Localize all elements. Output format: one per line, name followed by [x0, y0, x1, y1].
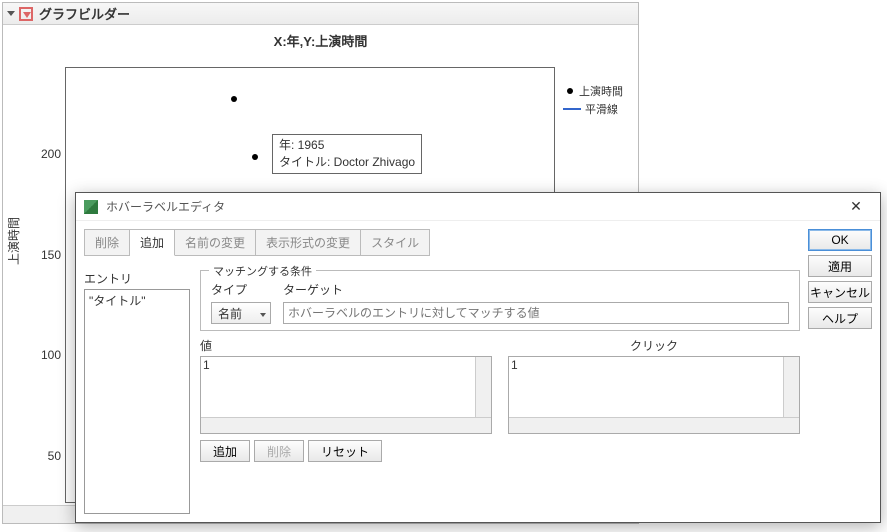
delete-button[interactable]: 削除 — [254, 440, 304, 462]
dialog-titlebar[interactable]: ホバーラベルエディタ ✕ — [76, 193, 880, 221]
legend-line-icon — [563, 108, 581, 110]
graph-builder-header[interactable]: グラフビルダー — [3, 3, 638, 25]
reset-button[interactable]: リセット — [308, 440, 382, 462]
y-tick-50: 50 — [39, 449, 61, 463]
disclosure-triangle-icon[interactable] — [7, 11, 15, 16]
legend-item-smooth[interactable]: 平滑線 — [563, 101, 623, 117]
dialog-button-column: OK 適用 キャンセル ヘルプ — [808, 229, 872, 514]
entry-list[interactable]: "タイトル" — [84, 289, 190, 514]
dialog-title: ホバーラベルエディタ — [106, 198, 836, 215]
tab-delete[interactable]: 削除 — [84, 229, 130, 256]
value-listbox[interactable]: 1 — [200, 356, 492, 434]
entry-item[interactable]: "タイトル" — [89, 292, 185, 309]
y-tick-200: 200 — [39, 147, 61, 161]
data-point[interactable] — [252, 154, 258, 160]
chart-tooltip: 年: 1965 タイトル: Doctor Zhivago — [272, 134, 422, 174]
ok-button[interactable]: OK — [808, 229, 872, 251]
click-item[interactable]: 1 — [511, 358, 797, 372]
scrollbar-horizontal[interactable] — [201, 417, 491, 433]
y-tick-150: 150 — [39, 248, 61, 262]
legend-item-series[interactable]: 上演時間 — [563, 83, 623, 99]
add-button[interactable]: 追加 — [200, 440, 250, 462]
tab-add[interactable]: 追加 — [130, 229, 175, 256]
fieldset-title: マッチングする条件 — [209, 263, 316, 279]
scrollbar-horizontal[interactable] — [509, 417, 799, 433]
type-select[interactable]: 名前 — [211, 302, 271, 324]
legend-smooth-label: 平滑線 — [585, 101, 618, 117]
tab-strip: 削除 追加 名前の変更 表示形式の変更 スタイル — [84, 229, 800, 256]
menu-triangle-icon[interactable] — [19, 7, 33, 21]
tooltip-line1: 年: 1965 — [279, 137, 415, 154]
match-condition-fieldset: マッチングする条件 タイプ 名前 ターゲット — [200, 270, 800, 331]
close-icon: ✕ — [850, 198, 862, 215]
target-input[interactable] — [283, 302, 789, 324]
y-tick-100: 100 — [39, 348, 61, 362]
tooltip-line2: タイトル: Doctor Zhivago — [279, 154, 415, 171]
legend-series-label: 上演時間 — [579, 83, 623, 99]
tab-format[interactable]: 表示形式の変更 — [256, 229, 361, 256]
type-label: タイプ — [211, 281, 271, 298]
legend: 上演時間 平滑線 — [563, 83, 623, 119]
entry-label: エントリ — [84, 270, 190, 287]
value-header: 値 — [200, 337, 492, 354]
click-header: クリック — [508, 337, 800, 354]
app-flag-icon — [84, 200, 98, 214]
tab-rename[interactable]: 名前の変更 — [175, 229, 256, 256]
tab-style[interactable]: スタイル — [361, 229, 430, 256]
graph-builder-title: グラフビルダー — [39, 4, 130, 23]
click-listbox[interactable]: 1 — [508, 356, 800, 434]
close-button[interactable]: ✕ — [836, 195, 876, 219]
type-select-value: 名前 — [218, 305, 242, 322]
apply-button[interactable]: 適用 — [808, 255, 872, 277]
legend-dot-icon — [567, 88, 573, 94]
data-point[interactable] — [231, 96, 237, 102]
help-button[interactable]: ヘルプ — [808, 307, 872, 329]
chart-title: X:年,Y:上演時間 — [3, 25, 638, 50]
value-click-section: 値 1 クリック 1 — [200, 337, 800, 434]
cancel-button[interactable]: キャンセル — [808, 281, 872, 303]
value-item[interactable]: 1 — [203, 358, 489, 372]
chevron-down-icon — [260, 306, 266, 320]
hover-label-editor-dialog: ホバーラベルエディタ ✕ 削除 追加 名前の変更 表示形式の変更 スタイル エン… — [75, 192, 881, 523]
y-axis-label: 上演時間 — [5, 217, 22, 265]
target-label: ターゲット — [283, 281, 789, 298]
